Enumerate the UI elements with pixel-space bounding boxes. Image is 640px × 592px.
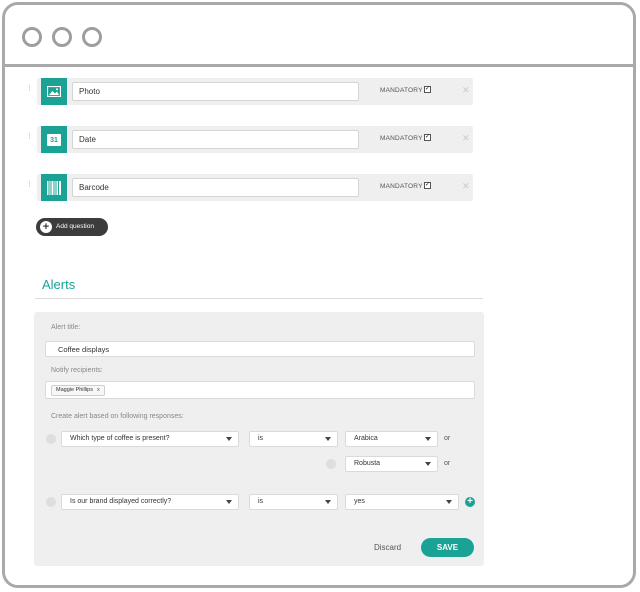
mandatory-label: MANDATORY (380, 183, 423, 190)
question-select-value: Is our brand displayed correctly? (70, 498, 172, 505)
mandatory-label: MANDATORY (380, 87, 423, 94)
answer-select-value: Arabica (354, 435, 378, 442)
chevron-down-icon (226, 437, 232, 441)
operator-select-value: is (258, 498, 264, 505)
remove-question-icon[interactable]: ✕ (462, 85, 470, 96)
answer-select[interactable]: yes (345, 494, 459, 510)
calendar-day: 31 (47, 133, 61, 146)
question-label-input[interactable]: Date (72, 130, 359, 149)
chevron-down-icon (325, 500, 331, 504)
answer-select-value: yes (354, 498, 365, 505)
question-select-value: Which type of coffee is present? (70, 435, 170, 442)
alert-title-input[interactable]: Coffee displays (45, 341, 475, 357)
add-condition-icon[interactable]: + (465, 497, 475, 507)
notify-recipients-label: Notify recipients: (51, 367, 103, 374)
discard-button[interactable]: Discard (374, 543, 401, 552)
question-select[interactable]: Is our brand displayed correctly? (61, 494, 239, 510)
mandatory-checkbox[interactable]: ✓ (424, 182, 431, 189)
plus-icon: + (40, 221, 52, 233)
answer-select-value: Robusta (354, 460, 381, 467)
add-question-button[interactable]: + Add question (36, 218, 108, 236)
question-row-barcode: ⁝ Barcode MANDATORY ✓ ✕ (28, 174, 473, 201)
alert-panel: Alert title: Coffee displays Notify reci… (34, 312, 484, 566)
alerts-heading: Alerts (42, 277, 76, 292)
chevron-down-icon (226, 500, 232, 504)
drag-handle-icon[interactable]: ⁝ (28, 180, 34, 193)
mandatory-checkbox[interactable]: ✓ (424, 86, 431, 93)
drag-handle-icon[interactable]: ⁝ (28, 84, 34, 97)
question-select[interactable]: Which type of coffee is present? (61, 431, 239, 447)
create-alert-label: Create alert based on following response… (51, 413, 184, 420)
remove-condition-icon[interactable] (46, 434, 56, 444)
chevron-down-icon (425, 437, 431, 441)
recipient-chip: Maggie Phillips x (51, 385, 105, 396)
answer-select[interactable]: Robusta (345, 456, 438, 472)
answer-select[interactable]: Arabica (345, 431, 438, 447)
add-question-label: Add question (56, 223, 94, 230)
chevron-down-icon (446, 500, 452, 504)
chevron-down-icon (325, 437, 331, 441)
remove-answer-icon[interactable] (326, 459, 336, 469)
question-label-input[interactable]: Photo (72, 82, 359, 101)
divider (35, 298, 483, 299)
save-button[interactable]: SAVE (421, 538, 474, 557)
question-label-input[interactable]: Barcode (72, 178, 359, 197)
mandatory-label: MANDATORY (380, 135, 423, 142)
recipient-name: Maggie Phillips (56, 387, 93, 393)
window-control-circle[interactable] (52, 27, 72, 47)
question-row-date: ⁝ 31 Date MANDATORY ✓ ✕ (28, 126, 473, 153)
window-control-circle[interactable] (82, 27, 102, 47)
remove-question-icon[interactable]: ✕ (462, 181, 470, 192)
remove-recipient-icon[interactable]: x (97, 387, 100, 393)
window-titlebar (5, 5, 633, 67)
calendar-icon: 31 (41, 126, 67, 153)
drag-handle-icon[interactable]: ⁝ (28, 132, 34, 145)
chevron-down-icon (425, 462, 431, 466)
operator-select[interactable]: is (249, 494, 338, 510)
operator-select-value: is (258, 435, 264, 442)
window-control-circle[interactable] (22, 27, 42, 47)
remove-question-icon[interactable]: ✕ (462, 133, 470, 144)
or-label: or (444, 435, 451, 442)
alert-title-label: Alert title: (51, 324, 81, 331)
barcode-icon (41, 174, 67, 201)
operator-select[interactable]: is (249, 431, 338, 447)
recipients-input[interactable]: Maggie Phillips x (45, 381, 475, 399)
mandatory-checkbox[interactable]: ✓ (424, 134, 431, 141)
question-row-photo: ⁝ Photo MANDATORY ✓ ✕ (28, 78, 473, 105)
or-label: or (444, 460, 451, 467)
remove-condition-icon[interactable] (46, 497, 56, 507)
photo-icon (41, 78, 67, 105)
